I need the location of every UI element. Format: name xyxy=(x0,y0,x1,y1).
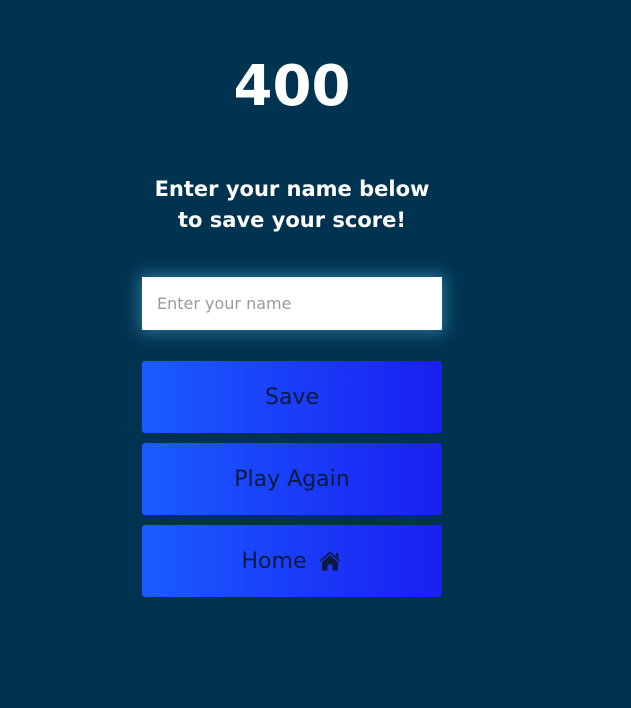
play-again-button-label: Play Again xyxy=(234,466,350,492)
play-again-button[interactable]: Play Again xyxy=(142,443,442,515)
save-score-prompt: Enter your name below to save your score… xyxy=(154,177,430,232)
final-score: 400 xyxy=(233,54,351,119)
home-button[interactable]: Home xyxy=(142,525,442,597)
home-button-label: Home xyxy=(241,548,307,574)
save-button-label: Save xyxy=(264,384,319,410)
home-icon xyxy=(318,550,342,572)
save-button[interactable]: Save xyxy=(142,361,442,433)
username-input[interactable] xyxy=(142,277,442,330)
